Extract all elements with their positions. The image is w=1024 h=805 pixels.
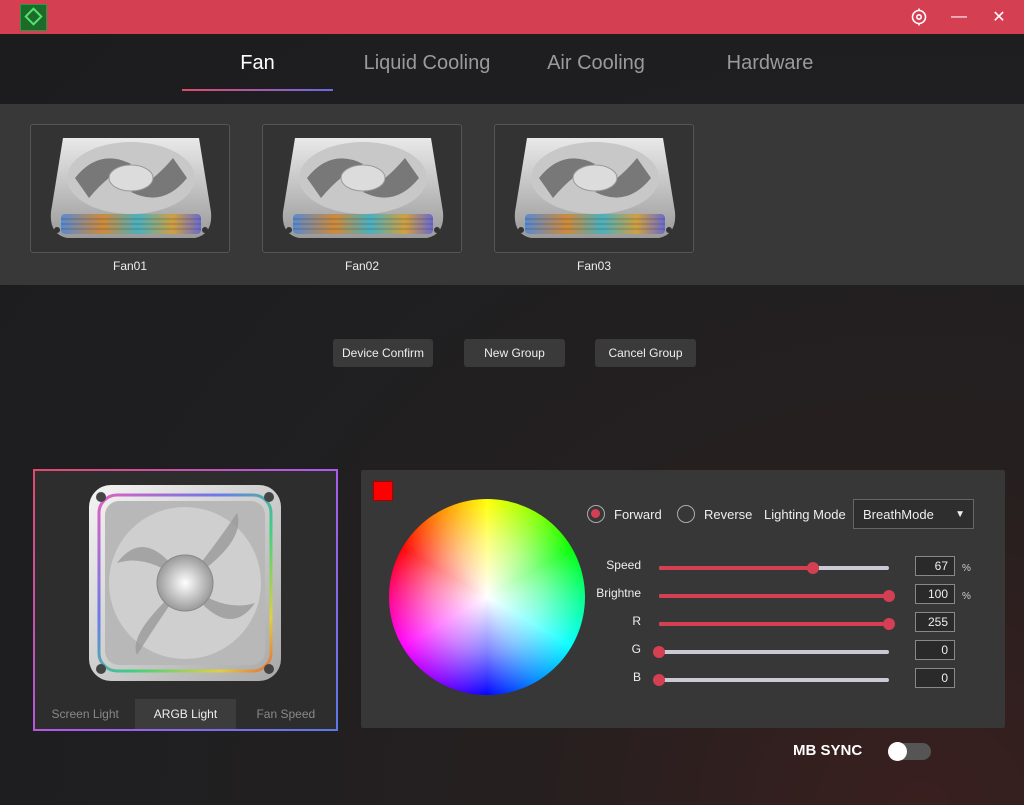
lighting-panel: Forward Reverse Lighting Mode BreathMode…: [361, 470, 1005, 728]
slider-handle[interactable]: [883, 618, 895, 630]
slider-value-field[interactable]: 255: [915, 612, 955, 632]
tab-argb-light[interactable]: ARGB Light: [135, 699, 236, 729]
slider-fill: [659, 622, 889, 626]
fan-preview-panel: Screen Light ARGB Light Fan Speed: [33, 469, 338, 731]
slider-value-field[interactable]: 0: [915, 640, 955, 660]
slider-unit: %: [962, 563, 971, 574]
toggle-knob: [888, 742, 907, 761]
slider-value-field[interactable]: 0: [915, 668, 955, 688]
tab-air-cooling[interactable]: Air Cooling: [531, 52, 661, 75]
tab-liquid-cooling[interactable]: Liquid Cooling: [352, 52, 502, 75]
new-group-button[interactable]: New Group: [464, 339, 565, 367]
slider-fill: [659, 566, 814, 570]
mb-sync-label: MB SYNC: [793, 742, 863, 759]
lighting-mode-label: Lighting Mode: [764, 507, 846, 522]
slider-track[interactable]: [653, 674, 889, 686]
mb-sync-toggle[interactable]: [888, 742, 931, 761]
lighting-mode-select[interactable]: BreathMode ▼: [853, 499, 974, 529]
slider-label: R: [632, 614, 641, 628]
forward-label: Forward: [614, 507, 662, 522]
device-label: Fan01: [112, 259, 148, 273]
main-tabs: Fan Liquid Cooling Air Cooling Hardware: [0, 34, 1024, 104]
tab-hardware[interactable]: Hardware: [705, 52, 835, 75]
slider-value-field[interactable]: 100: [915, 584, 955, 604]
reverse-radio[interactable]: [677, 505, 695, 523]
tab-fan-speed[interactable]: Fan Speed: [236, 699, 336, 729]
fan-thumbnail-icon: [282, 138, 444, 238]
settings-icon[interactable]: [908, 6, 930, 28]
app-logo-icon: [20, 4, 47, 31]
lighting-mode-value: BreathMode: [863, 506, 934, 522]
fan-preview-icon: [89, 485, 281, 681]
slider-handle[interactable]: [653, 674, 665, 686]
device-label: Fan03: [576, 259, 612, 273]
slider-track[interactable]: [659, 618, 895, 630]
slider-track[interactable]: [653, 646, 889, 658]
close-button[interactable]: ✕: [988, 6, 1010, 28]
tab-screen-light[interactable]: Screen Light: [35, 699, 135, 729]
device-card-fan01[interactable]: [30, 124, 230, 253]
device-card-fan03[interactable]: [494, 124, 694, 253]
slider-track[interactable]: [659, 562, 889, 574]
fan-thumbnail-icon: [50, 138, 212, 238]
minimize-button[interactable]: —: [948, 6, 970, 28]
cancel-group-button[interactable]: Cancel Group: [595, 339, 696, 367]
slider-label: B: [632, 670, 641, 684]
slider-fill: [659, 594, 889, 598]
device-confirm-button[interactable]: Device Confirm: [333, 339, 433, 367]
active-tab-indicator: [182, 89, 333, 91]
selected-color-swatch: [373, 481, 393, 501]
slider-handle[interactable]: [883, 590, 895, 602]
slider-label: Brightne: [596, 586, 641, 600]
dropdown-arrow-icon: ▼: [955, 509, 965, 520]
reverse-label: Reverse: [704, 507, 753, 522]
slider-value-field[interactable]: 67: [915, 556, 955, 576]
fan-thumbnail-icon: [514, 138, 676, 238]
slider-track[interactable]: [659, 590, 895, 602]
slider-label: Speed: [606, 558, 641, 572]
preview-tabs: Screen Light ARGB Light Fan Speed: [35, 699, 336, 729]
forward-radio[interactable]: [587, 505, 605, 523]
device-card-fan02[interactable]: [262, 124, 462, 253]
device-list: Fan01 Fan02 Fan03: [0, 104, 1024, 285]
color-wheel[interactable]: [389, 499, 585, 695]
slider-handle[interactable]: [807, 562, 820, 574]
tab-fan[interactable]: Fan: [182, 52, 333, 75]
slider-label: G: [631, 642, 641, 656]
device-label: Fan02: [344, 259, 380, 273]
slider-unit: %: [962, 591, 971, 602]
title-bar: — ✕: [0, 0, 1024, 34]
slider-handle[interactable]: [653, 646, 665, 658]
